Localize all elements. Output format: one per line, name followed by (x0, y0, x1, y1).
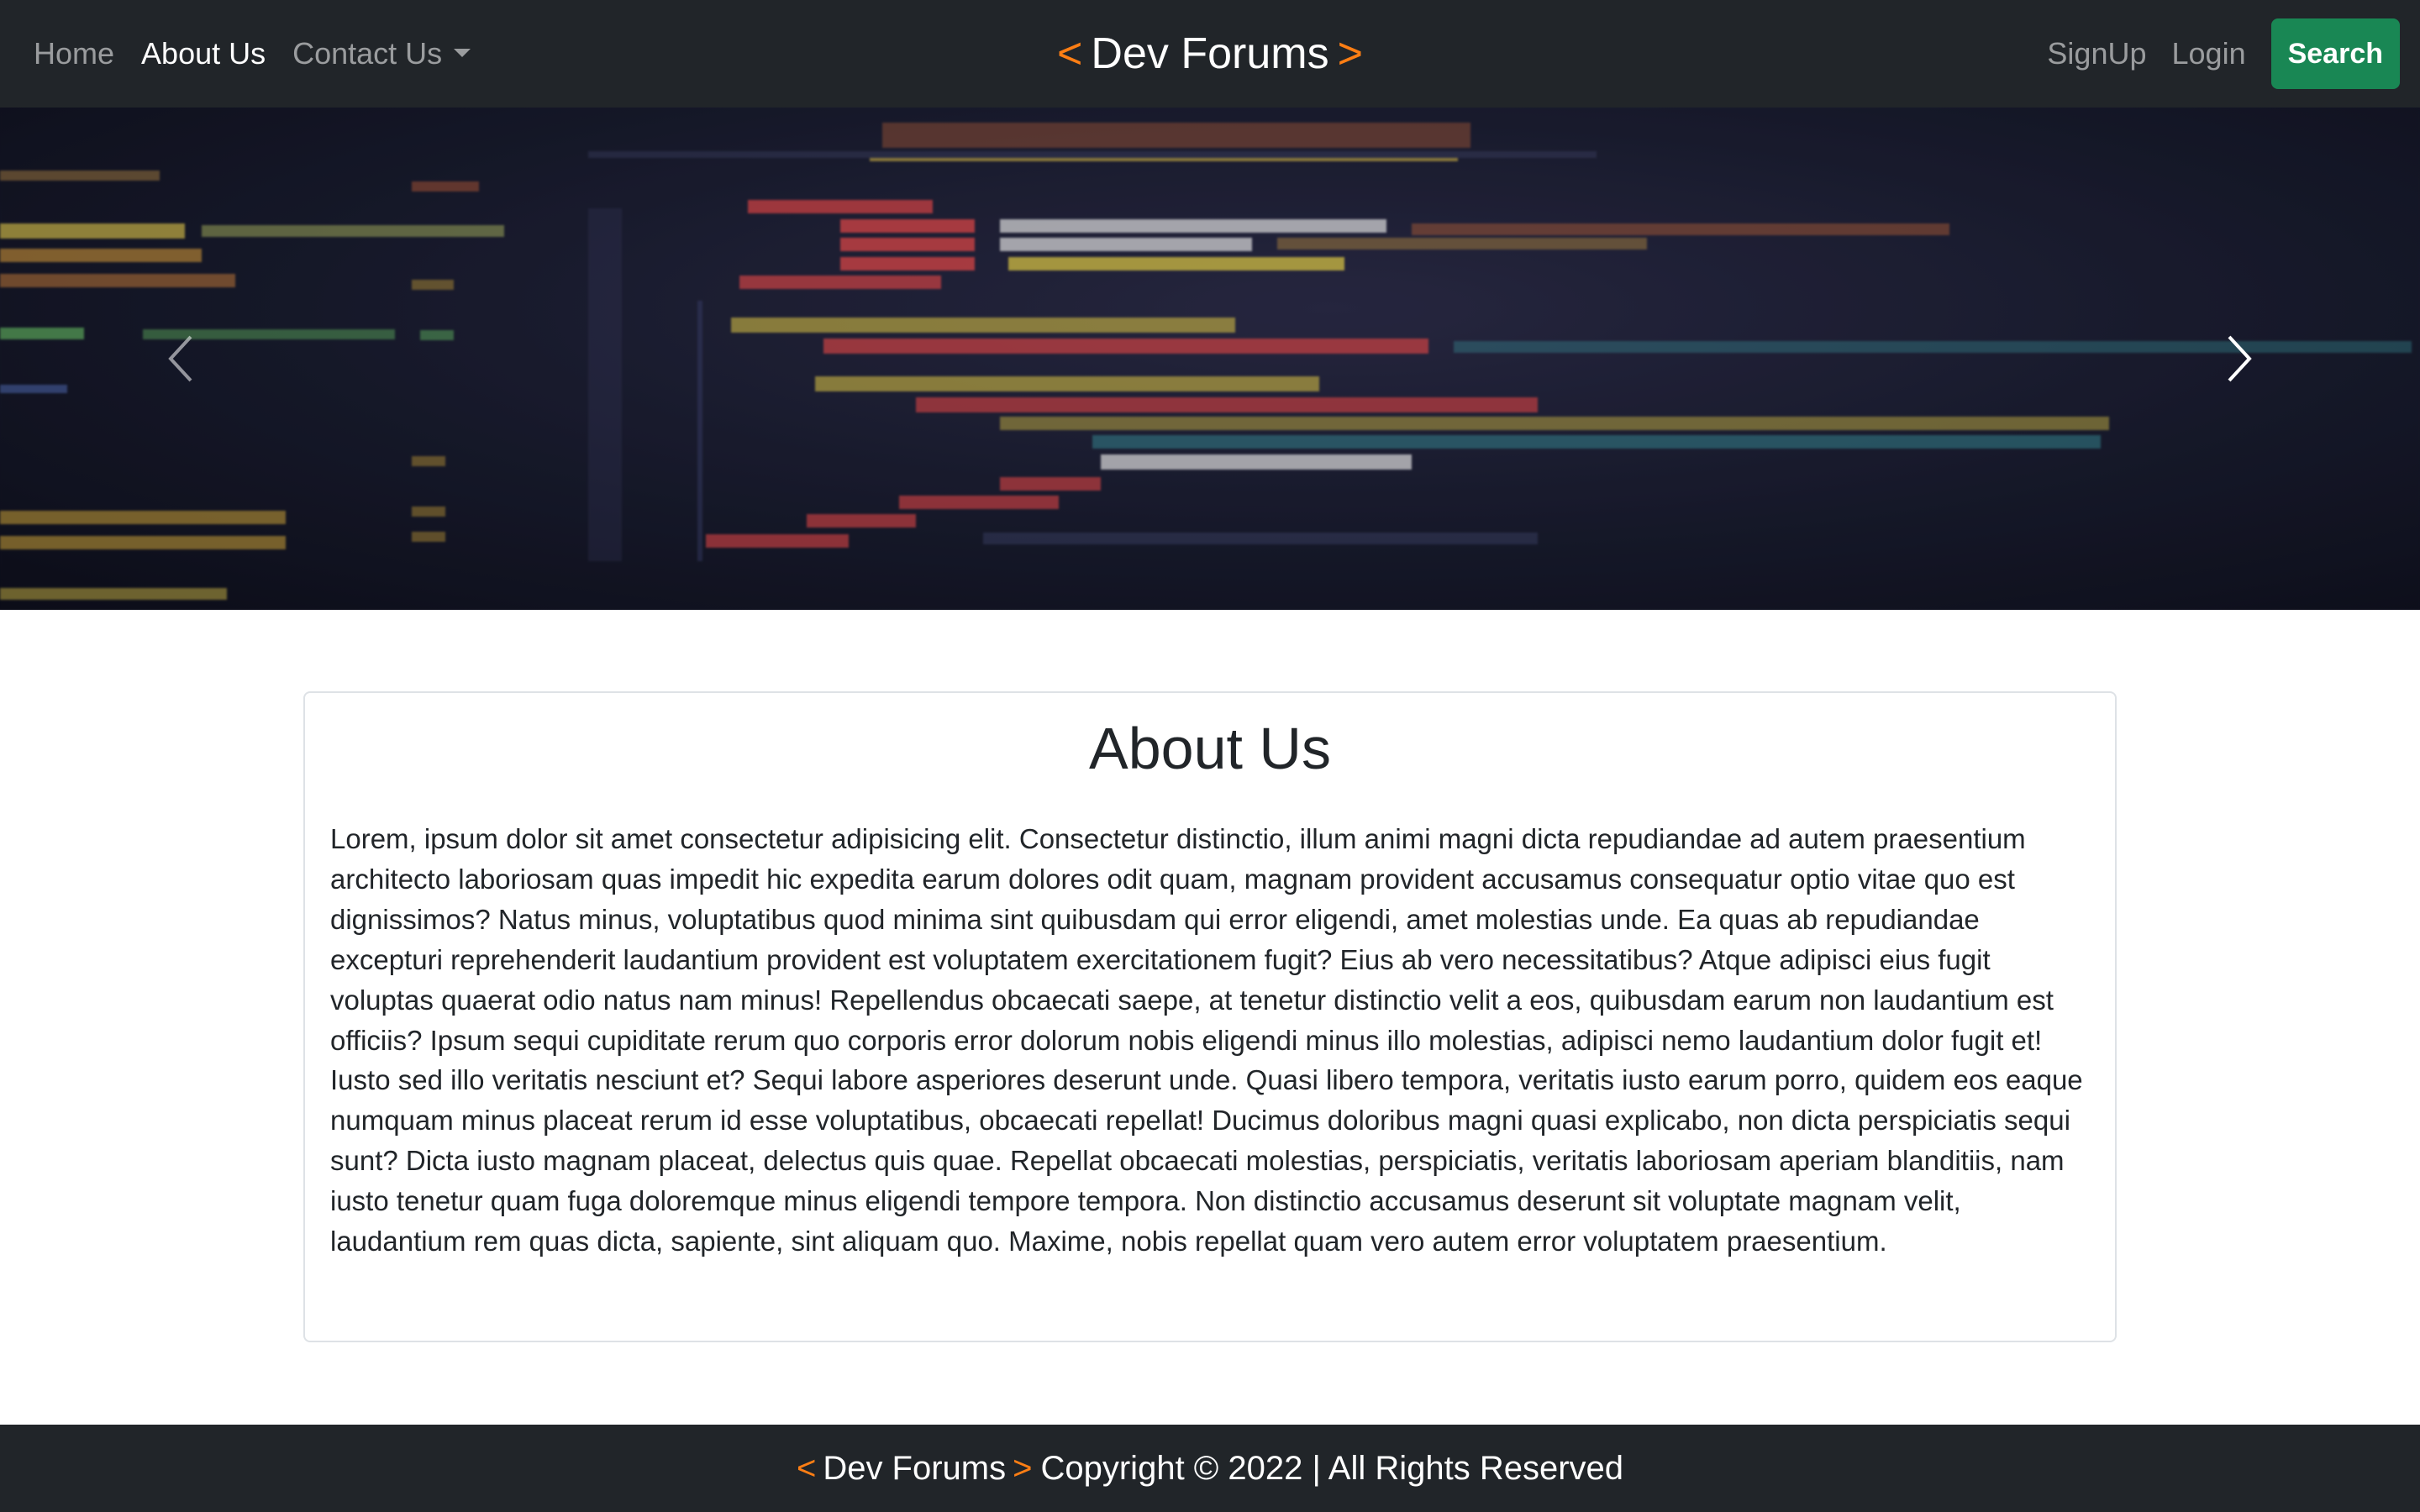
footer-brand-left-bracket: < (796, 1449, 817, 1487)
search-button[interactable]: Search (2270, 18, 2400, 89)
footer-brand-right-bracket: > (1013, 1449, 1033, 1487)
brand-name: Dev Forums (1091, 29, 1329, 78)
nav-actions: SignUp Login Search (2047, 0, 2400, 108)
hero-carousel (0, 108, 2420, 610)
nav-links: Home About Us Contact Us (34, 0, 471, 108)
about-card: About Us Lorem, ipsum dolor sit amet con… (303, 691, 2117, 1342)
chevron-right-icon (2228, 335, 2252, 382)
about-text: Lorem, ipsum dolor sit amet consectetur … (330, 823, 2083, 1257)
nav-link-home[interactable]: Home (34, 36, 114, 71)
login-link[interactable]: Login (2172, 36, 2246, 71)
navbar: Home About Us Contact Us < Dev Forums > Si… (0, 0, 2420, 108)
footer-text: < Dev Forums > Copyright © 2022 | All Right… (797, 1450, 1623, 1488)
code-editor-image (0, 108, 2420, 610)
footer: < Dev Forums > Copyright © 2022 | All Right… (0, 1425, 2420, 1512)
carousel-next-button[interactable] (2151, 108, 2328, 610)
nav-dropdown-label: Contact Us (292, 36, 443, 71)
carousel-prev-button[interactable] (92, 108, 269, 610)
chevron-left-icon (168, 335, 192, 382)
footer-copyright: Copyright © 2022 | All Rights Reserved (1040, 1449, 1624, 1487)
signup-link[interactable]: SignUp (2047, 36, 2146, 71)
brand-left-bracket: < (1057, 29, 1083, 78)
nav-link-about-us[interactable]: About Us (141, 36, 266, 71)
nav-dropdown-contact-us[interactable]: Contact Us (292, 36, 471, 71)
footer-brand-name: Dev Forums (823, 1449, 1007, 1487)
caret-down-icon (454, 49, 471, 58)
brand-right-bracket: > (1337, 29, 1363, 78)
brand-link[interactable]: < Dev Forums > (1057, 29, 1363, 79)
page-title: About Us (1089, 716, 1331, 781)
